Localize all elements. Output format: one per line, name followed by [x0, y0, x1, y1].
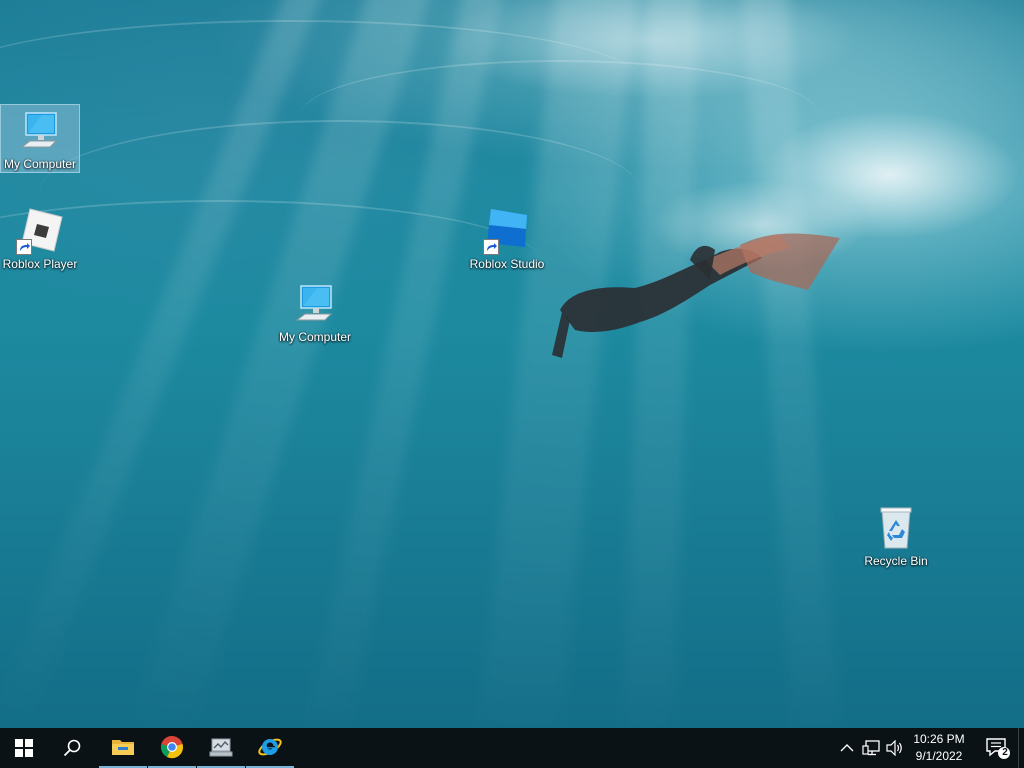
search-icon — [63, 739, 81, 757]
desktop-icon-label: My Computer — [3, 157, 77, 171]
internet-explorer-icon — [258, 738, 282, 756]
windows-start-icon — [15, 739, 33, 757]
show-desktop-button[interactable] — [1018, 728, 1024, 768]
taskbar-file-explorer[interactable] — [99, 728, 147, 768]
desktop-wallpaper: My Computer Roblox Player Roblox Studio … — [0, 0, 1024, 728]
desktop-icon-label: My Computer — [278, 330, 352, 344]
desktop-icon-label: Recycle Bin — [864, 554, 928, 568]
taskbar-chrome[interactable] — [148, 728, 196, 768]
taskbar-internet-explorer[interactable] — [246, 728, 294, 768]
diver-silhouette — [552, 233, 840, 358]
desktop-icon-recycle-bin[interactable]: Recycle Bin — [857, 502, 935, 568]
clock-date: 9/1/2022 — [915, 749, 963, 763]
network-monitor-icon — [209, 738, 233, 757]
computer-icon — [16, 107, 64, 155]
desktop-icon-my-computer[interactable]: My Computer — [0, 104, 80, 173]
clock-time: 10:26 PM — [913, 732, 965, 746]
taskbar-network-app[interactable] — [197, 728, 245, 768]
shortcut-arrow-icon — [483, 239, 499, 255]
chevron-up-icon — [840, 744, 854, 752]
desktop-icon-roblox-player[interactable]: Roblox Player — [1, 205, 79, 271]
desktop-icon-roblox-studio[interactable]: Roblox Studio — [468, 205, 546, 271]
desktop-icon-label: Roblox Studio — [469, 257, 545, 271]
taskbar: 10:26 PM 9/1/2022 2 — [0, 728, 1024, 768]
file-explorer-icon — [112, 740, 134, 755]
network-status[interactable] — [861, 738, 881, 758]
recycle-bin-icon — [872, 504, 920, 552]
roblox-player-icon — [16, 207, 64, 255]
notification-count-badge: 2 — [1002, 747, 1008, 758]
start-button[interactable] — [0, 728, 48, 768]
desktop-icon-my-computer-2[interactable]: My Computer — [276, 278, 354, 344]
action-center-button[interactable]: 2 — [980, 728, 1016, 768]
search-button[interactable] — [48, 728, 96, 768]
volume-control[interactable] — [885, 738, 905, 758]
roblox-studio-icon — [483, 207, 531, 255]
computer-icon — [291, 280, 339, 328]
chrome-icon — [161, 736, 183, 759]
taskbar-clock[interactable]: 10:26 PM 9/1/2022 — [904, 731, 974, 765]
desktop-icon-label: Roblox Player — [2, 257, 78, 271]
shortcut-arrow-icon — [16, 239, 32, 255]
show-hidden-icons[interactable] — [837, 738, 857, 758]
network-icon — [862, 740, 880, 756]
volume-icon — [886, 740, 902, 756]
